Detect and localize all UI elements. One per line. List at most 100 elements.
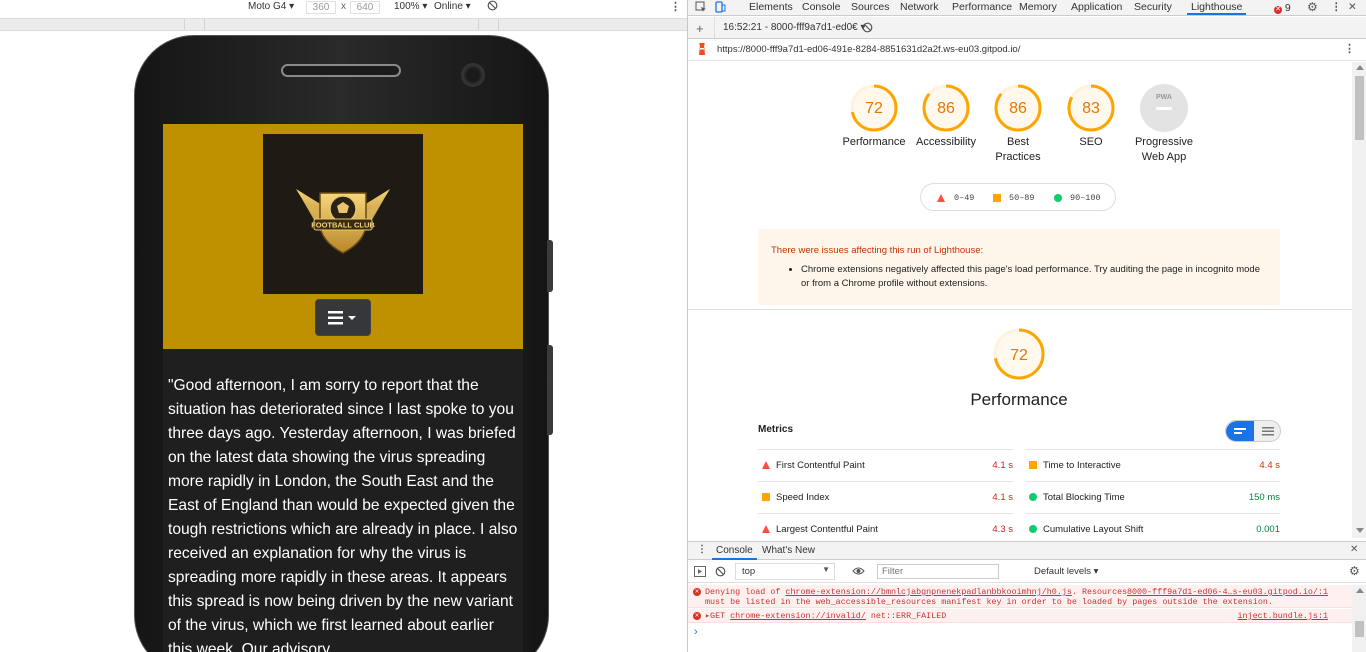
- fail-triangle-icon: [937, 194, 945, 202]
- metric-time-to-interactive[interactable]: Time to Interactive 4.4 s: [1025, 449, 1280, 481]
- metric-name: Speed Index: [776, 492, 830, 503]
- console-error-message[interactable]: ✕ ▸GET chrome-extension://invalid/ net::…: [688, 609, 1352, 623]
- tab-application[interactable]: Application: [1071, 0, 1122, 15]
- metric-value: 150 ms: [1248, 492, 1280, 503]
- error-icon: ✕: [693, 588, 701, 596]
- console-prompt[interactable]: ›: [694, 626, 698, 638]
- metric-name: Time to Interactive: [1043, 460, 1121, 471]
- gauge-label: SEO: [1079, 136, 1103, 148]
- log-levels-select[interactable]: Default levels ▾: [1034, 566, 1098, 577]
- context-select[interactable]: top ▼: [735, 563, 835, 580]
- lighthouse-toolbar: + 16:52:21 - 8000-fff9a7d1-ed0€ ▾: [688, 17, 1366, 39]
- phone-volume-button: [547, 345, 553, 435]
- console-filter-input[interactable]: [877, 564, 999, 579]
- media-query-ruler: [0, 18, 687, 31]
- inspect-element-icon[interactable]: [695, 1, 707, 16]
- legend-average: 50–89: [1009, 193, 1035, 203]
- metric-value: 4.1 s: [992, 460, 1013, 471]
- extension-link[interactable]: chrome-extension://invalid/: [730, 611, 866, 621]
- gauge-value: 72: [1010, 347, 1028, 364]
- tab-performance[interactable]: Performance: [952, 0, 1012, 15]
- console-sidebar-icon[interactable]: [694, 566, 706, 577]
- error-count: 9: [1284, 2, 1291, 14]
- metrics-view-toggle[interactable]: [1225, 420, 1281, 442]
- gauge-seo[interactable]: 83 SEO: [1055, 83, 1127, 150]
- clear-reports-icon[interactable]: [862, 22, 873, 33]
- average-square-icon: [762, 493, 770, 501]
- metric-value: 4.4 s: [1259, 460, 1280, 471]
- tab-sources[interactable]: Sources: [851, 0, 890, 15]
- report-scrollbar[interactable]: [1352, 62, 1366, 538]
- drawer-menu-icon[interactable]: ⋮: [697, 544, 707, 555]
- context-value: top: [742, 566, 756, 577]
- device-select[interactable]: Moto G4 ▾: [248, 1, 294, 12]
- customize-menu-icon[interactable]: ⋮: [1331, 0, 1342, 15]
- width-input[interactable]: 360: [306, 1, 336, 14]
- close-drawer-icon[interactable]: ✕: [1350, 544, 1358, 555]
- site-header: FOOTBALL CLUB: [163, 124, 523, 349]
- gauge-pwa[interactable]: PWA Progressive Web App: [1128, 83, 1200, 165]
- gauge-label: Progressive Web App: [1134, 136, 1194, 163]
- device-toolbar-toggle-icon[interactable]: [714, 1, 726, 16]
- live-expression-eye-icon[interactable]: [852, 565, 865, 577]
- tab-memory[interactable]: Memory: [1019, 0, 1057, 15]
- scroll-up-arrow-icon[interactable]: [1356, 65, 1364, 70]
- pass-circle-icon: [1054, 194, 1062, 202]
- tab-console[interactable]: Console: [802, 0, 841, 15]
- extension-link[interactable]: chrome-extension://bmnlcjabgnpnenekpadla…: [785, 587, 1071, 597]
- more-options-icon[interactable]: ⋮: [670, 0, 681, 13]
- report-menu-icon[interactable]: ⋮: [1344, 42, 1355, 55]
- gauge-performance[interactable]: 72 Performance: [838, 83, 910, 150]
- height-input[interactable]: 640: [350, 1, 380, 14]
- scroll-down-arrow-icon[interactable]: [1356, 528, 1364, 533]
- network-throttle-select[interactable]: Online ▾: [434, 1, 471, 12]
- site-logo[interactable]: FOOTBALL CLUB: [263, 134, 423, 294]
- console-settings-gear-icon[interactable]: ⚙: [1349, 564, 1360, 578]
- tab-network[interactable]: Network: [900, 0, 939, 15]
- gauge-best-practices[interactable]: 86 Best Practices: [982, 83, 1054, 165]
- metric-largest-contentful-paint[interactable]: Largest Contentful Paint 4.3 s: [758, 513, 1013, 538]
- scroll-up-arrow-icon[interactable]: [1356, 588, 1364, 593]
- chevron-down-icon: ▼: [822, 565, 830, 574]
- pass-circle-icon: [1029, 493, 1037, 501]
- console-scrollbar[interactable]: [1352, 585, 1366, 652]
- tab-lighthouse[interactable]: Lighthouse: [1187, 0, 1247, 15]
- legend-fail: 0–49: [954, 193, 975, 203]
- report-url[interactable]: https://8000-fff9a7d1-ed06-491e-8284-885…: [717, 44, 1020, 55]
- metric-cumulative-layout-shift[interactable]: Cumulative Layout Shift 0.001: [1025, 513, 1280, 538]
- block-icon[interactable]: [487, 0, 498, 14]
- gauge-accessibility[interactable]: 86 Accessibility: [910, 83, 982, 150]
- new-report-icon[interactable]: +: [696, 21, 704, 36]
- source-link[interactable]: inject.bundle.js:1: [1238, 611, 1328, 621]
- metric-speed-index[interactable]: Speed Index 4.1 s: [758, 481, 1013, 513]
- gauge-value: 72: [865, 100, 883, 117]
- clear-console-icon[interactable]: [715, 566, 726, 577]
- tab-elements[interactable]: Elements: [749, 0, 793, 15]
- hamburger-icon: [328, 310, 356, 324]
- metric-first-contentful-paint[interactable]: First Contentful Paint 4.1 s: [758, 449, 1013, 481]
- source-link[interactable]: 8000-fff9a7d1-ed06-4…s-eu03.gitpod.io/:1: [1127, 587, 1328, 597]
- performance-gauge-large[interactable]: 72: [983, 327, 1055, 381]
- scrollbar-thumb[interactable]: [1355, 76, 1364, 140]
- toggle-detail-view[interactable]: [1254, 421, 1280, 441]
- error-icon: ✕: [693, 612, 701, 620]
- fail-triangle-icon: [762, 461, 770, 469]
- drawer-tab-whats-new[interactable]: What's New: [762, 545, 815, 556]
- console-error-message[interactable]: ✕ Denying load of chrome-extension://bmn…: [688, 585, 1352, 608]
- toggle-summary-view[interactable]: [1226, 421, 1254, 441]
- average-square-icon: [1029, 461, 1037, 469]
- metric-name: Total Blocking Time: [1043, 492, 1125, 503]
- tab-security[interactable]: Security: [1134, 0, 1172, 15]
- drawer-tabbar: ⋮ Console What's New ✕: [688, 542, 1366, 560]
- report-selector[interactable]: 16:52:21 - 8000-fff9a7d1-ed0€ ▾: [723, 22, 866, 33]
- times-sign: x: [341, 1, 346, 12]
- zoom-select[interactable]: 100% ▾: [394, 1, 427, 12]
- metric-total-blocking-time[interactable]: Total Blocking Time 150 ms: [1025, 481, 1280, 513]
- drawer-tab-console[interactable]: Console: [712, 545, 757, 560]
- scrollbar-thumb[interactable]: [1355, 621, 1364, 637]
- hamburger-menu-button[interactable]: [315, 299, 371, 336]
- error-counter[interactable]: ✕ 9: [1274, 1, 1291, 16]
- close-devtools-icon[interactable]: ✕: [1348, 0, 1357, 15]
- section-divider: [688, 309, 1352, 310]
- settings-gear-icon[interactable]: ⚙: [1307, 0, 1318, 15]
